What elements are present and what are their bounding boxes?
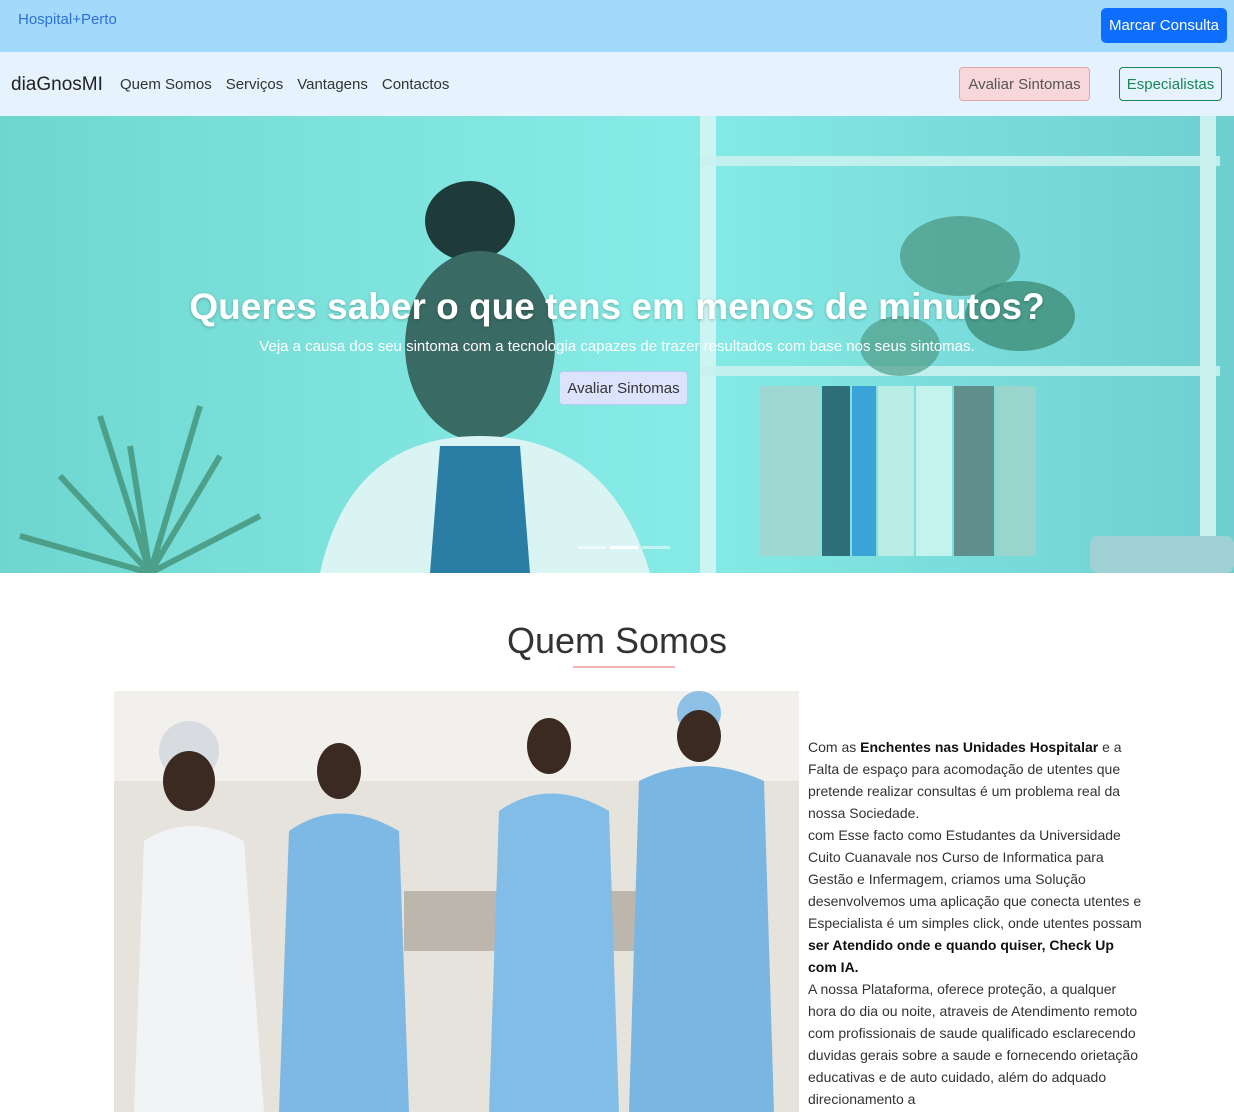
carousel-indicator-2[interactable] — [610, 546, 638, 549]
main-navbar: diaGnosMI Quem Somos Serviços Vantagens … — [0, 52, 1234, 116]
hero-avaliar-sintomas-button[interactable]: Avaliar Sintomas — [559, 371, 688, 405]
nav-link-quem-somos[interactable]: Quem Somos — [120, 76, 212, 93]
hero-subtitle: Veja a causa dos seu sintoma com a tecno… — [259, 338, 975, 355]
nav-link-vantagens[interactable]: Vantagens — [297, 76, 368, 93]
about-description: Com as Enchentes nas Unidades Hospitalar… — [808, 736, 1143, 1110]
carousel-indicators — [578, 546, 670, 549]
section-title-quem-somos: Quem Somos — [506, 620, 728, 661]
carousel-indicator-3[interactable] — [642, 546, 670, 549]
hero-title: Queres saber o que tens em menos de minu… — [189, 286, 1045, 327]
about-paragraph-3: A nossa Plataforma, oferece proteção, a … — [808, 981, 1138, 1107]
nav-link-servicos[interactable]: Serviços — [226, 76, 284, 93]
site-brand[interactable]: diaGnosMI — [11, 74, 103, 96]
top-bar: Hospital+Perto Marcar Consulta — [0, 0, 1234, 52]
carousel-indicator-1[interactable] — [578, 546, 606, 549]
about-paragraph-1: Com as Enchentes nas Unidades Hospitalar… — [808, 739, 1122, 821]
nav-links: Quem Somos Serviços Vantagens Contactos — [120, 76, 449, 93]
hospital-perto-link[interactable]: Hospital+Perto — [18, 11, 117, 28]
team-photo — [114, 691, 799, 1112]
nav-link-contactos[interactable]: Contactos — [382, 76, 450, 93]
especialistas-button[interactable]: Especialistas — [1119, 67, 1222, 101]
title-underline — [573, 666, 675, 668]
about-paragraph-2: com Esse facto como Estudantes da Univer… — [808, 827, 1142, 975]
hero-carousel: Queres saber o que tens em menos de minu… — [0, 116, 1234, 573]
avaliar-sintomas-button[interactable]: Avaliar Sintomas — [959, 67, 1090, 101]
marcar-consulta-button[interactable]: Marcar Consulta — [1101, 8, 1227, 43]
